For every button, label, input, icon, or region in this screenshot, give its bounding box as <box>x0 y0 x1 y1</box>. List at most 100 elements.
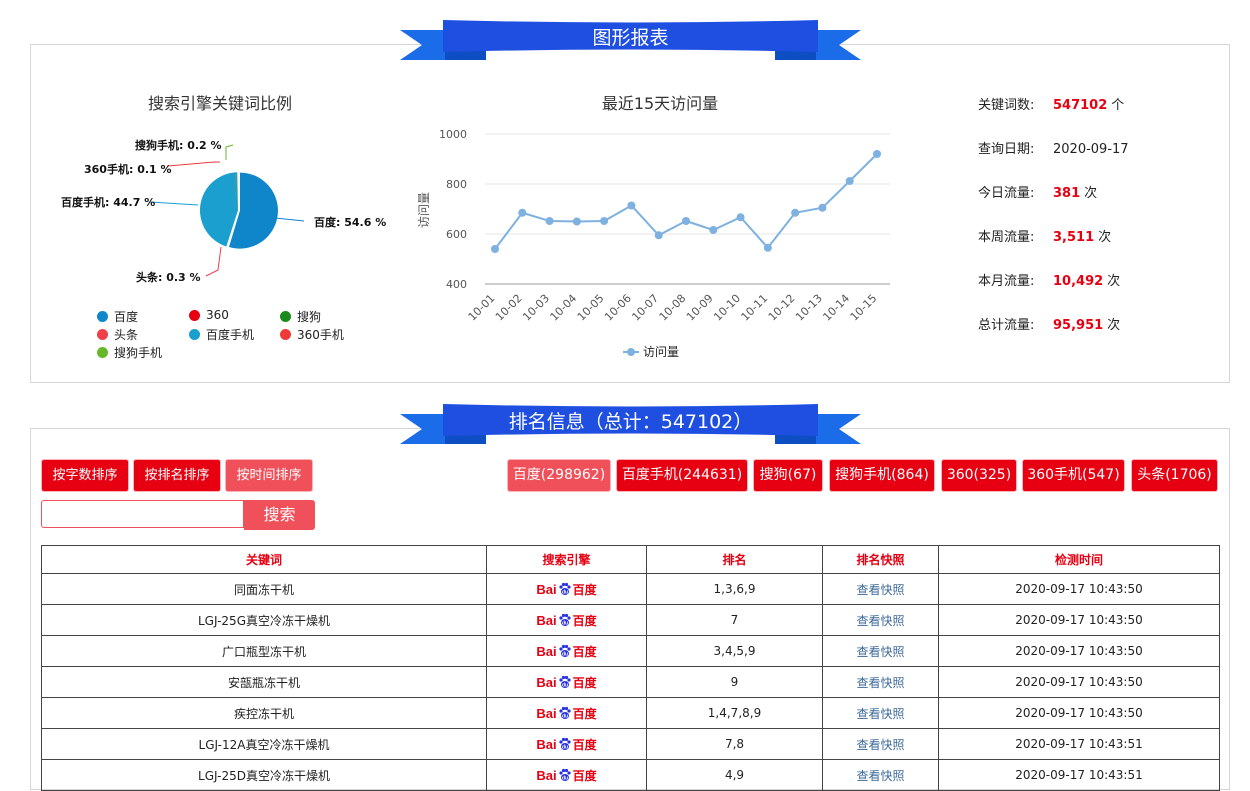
rank-cell: 3,4,5,9 <box>647 636 823 667</box>
stat-row: 本月流量:10,492次 <box>978 270 1120 289</box>
data-point[interactable] <box>518 209 526 217</box>
data-point[interactable] <box>791 209 799 217</box>
legend-dot <box>189 329 200 340</box>
line-legend-label: 访问量 <box>643 345 679 359</box>
sort-by-length-button[interactable]: 按字数排序 <box>42 460 128 491</box>
filter-baidu-mobile-button[interactable]: 百度手机(244631) <box>617 460 747 491</box>
sort-by-time-button[interactable]: 按时间排序 <box>226 460 312 491</box>
svg-text:du: du <box>562 590 568 596</box>
table-row: LGJ-25G真空冷冻干燥机Baidu百度7查看快照2020-09-17 10:… <box>42 605 1220 636</box>
view-snapshot-link[interactable]: 查看快照 <box>856 707 904 721</box>
filter-sogou-button[interactable]: 搜狗(67) <box>754 460 822 491</box>
data-point[interactable] <box>873 150 881 158</box>
filter-sogou-mobile-button[interactable]: 搜狗手机(864) <box>830 460 934 491</box>
legend-label: 百度 <box>114 308 138 325</box>
line-legend[interactable]: 访问量 <box>623 345 679 359</box>
legend-item-360[interactable]: 360 <box>189 308 229 322</box>
engine-cell: Baidu百度 <box>487 760 647 791</box>
data-point[interactable] <box>737 213 745 221</box>
baidu-logo-text: Bai <box>536 706 556 721</box>
rank-cell: 4,9 <box>647 760 823 791</box>
baidu-logo: Baidu百度 <box>536 612 596 629</box>
stat-row: 总计流量:95,951次 <box>978 314 1120 333</box>
x-tick-label: 10-10 <box>711 292 743 324</box>
baidu-logo: Baidu百度 <box>536 674 596 691</box>
view-snapshot-link[interactable]: 查看快照 <box>856 676 904 690</box>
x-tick-label: 10-09 <box>684 292 716 324</box>
search-input[interactable] <box>41 500 244 528</box>
table-row: 疾控冻干机Baidu百度1,4,7,8,9查看快照2020-09-17 10:4… <box>42 698 1220 729</box>
data-point[interactable] <box>846 177 854 185</box>
line-chart-title: 最近15天访问量 <box>540 90 780 114</box>
ranking-table: 关键词 搜索引擎 排名 排名快照 检测时间 同面冻干机Baidu百度1,3,6,… <box>41 545 1220 791</box>
legend-label: 360手机 <box>297 326 344 343</box>
stat-row: 查询日期:2020-09-17 <box>978 138 1129 157</box>
filter-360-mobile-button[interactable]: 360手机(547) <box>1023 460 1124 491</box>
pie-chart: 搜狗手机: 0.2 % 360手机: 0.1 % 百度手机: 44.7 % 百度… <box>40 120 400 300</box>
search-button[interactable]: 搜索 <box>244 500 315 530</box>
legend-item-baidu[interactable]: 百度 <box>97 308 138 325</box>
legend-item-toutiao[interactable]: 头条 <box>97 326 138 343</box>
rank-cell: 7 <box>647 605 823 636</box>
stat-row: 本周流量:3,511次 <box>978 226 1111 245</box>
keyword-cell: 安瓿瓶冻干机 <box>42 667 487 698</box>
view-snapshot-link[interactable]: 查看快照 <box>856 614 904 628</box>
pie-label-toutiao: 头条: 0.3 % <box>136 270 201 284</box>
snapshot-cell: 查看快照 <box>823 760 939 791</box>
pie-label-baidu-mobile: 百度手机: 44.7 % <box>61 195 155 209</box>
y-axis-label: 访问量 <box>417 192 431 228</box>
view-snapshot-link[interactable]: 查看快照 <box>856 645 904 659</box>
keyword-cell: 疾控冻干机 <box>42 698 487 729</box>
data-point[interactable] <box>682 217 690 225</box>
header-rank: 排名 <box>647 546 823 574</box>
baidu-logo: Baidu百度 <box>536 767 596 784</box>
baidu-logo-text: Bai <box>536 582 556 597</box>
data-point[interactable] <box>573 218 581 226</box>
data-point[interactable] <box>491 245 499 253</box>
sort-by-rank-button[interactable]: 按排名排序 <box>134 460 220 491</box>
stat-label: 总计流量: <box>978 314 1053 333</box>
snapshot-cell: 查看快照 <box>823 729 939 760</box>
table-row: 安瓿瓶冻干机Baidu百度9查看快照2020-09-17 10:43:50 <box>42 667 1220 698</box>
legend-item-baidu-mobile[interactable]: 百度手机 <box>189 326 254 343</box>
x-tick-label: 10-08 <box>657 292 689 324</box>
baidu-logo: Baidu百度 <box>536 736 596 753</box>
data-point[interactable] <box>546 217 554 225</box>
legend-item-sogou-mobile[interactable]: 搜狗手机 <box>97 344 162 361</box>
stat-unit: 次 <box>1107 274 1120 289</box>
baidu-logo-text: Bai <box>536 644 556 659</box>
header-engine: 搜索引擎 <box>487 546 647 574</box>
x-tick-label: 10-06 <box>602 292 634 324</box>
data-point[interactable] <box>764 244 772 252</box>
stat-value: 3,511 <box>1053 230 1094 245</box>
table-row: 同面冻干机Baidu百度1,3,6,9查看快照2020-09-17 10:43:… <box>42 574 1220 605</box>
baidu-paw-icon: du <box>558 613 572 627</box>
baidu-logo: Baidu 百度 <box>536 581 596 598</box>
view-snapshot-link[interactable]: 查看快照 <box>856 738 904 752</box>
legend-item-360-mobile[interactable]: 360手机 <box>280 326 344 343</box>
filter-toutiao-button[interactable]: 头条(1706) <box>1132 460 1217 491</box>
data-point[interactable] <box>655 231 663 239</box>
keyword-cell: LGJ-25D真空冷冻干燥机 <box>42 760 487 791</box>
filter-360-button[interactable]: 360(325) <box>942 460 1016 491</box>
stat-value: 95,951 <box>1053 318 1103 333</box>
header-time: 检测时间 <box>939 546 1220 574</box>
data-point[interactable] <box>627 202 635 210</box>
snapshot-cell: 查看快照 <box>823 698 939 729</box>
data-point[interactable] <box>709 226 717 234</box>
legend-item-sogou[interactable]: 搜狗 <box>280 308 321 325</box>
filter-baidu-button[interactable]: 百度(298962) <box>508 460 610 491</box>
x-tick-label: 10-12 <box>766 292 798 324</box>
legend-dot <box>189 310 200 321</box>
data-point[interactable] <box>818 204 826 212</box>
stat-label: 查询日期: <box>978 138 1053 157</box>
baidu-paw-icon: du <box>558 644 572 658</box>
view-snapshot-link[interactable]: 查看快照 <box>856 583 904 597</box>
header-snapshot: 排名快照 <box>823 546 939 574</box>
view-snapshot-link[interactable]: 查看快照 <box>856 769 904 783</box>
stat-label: 关键词数: <box>978 94 1053 113</box>
stat-label: 本周流量: <box>978 226 1053 245</box>
pie-slice-baidu-mobile[interactable] <box>200 172 238 246</box>
data-point[interactable] <box>600 217 608 225</box>
baidu-logo-cn: 百度 <box>573 581 597 598</box>
